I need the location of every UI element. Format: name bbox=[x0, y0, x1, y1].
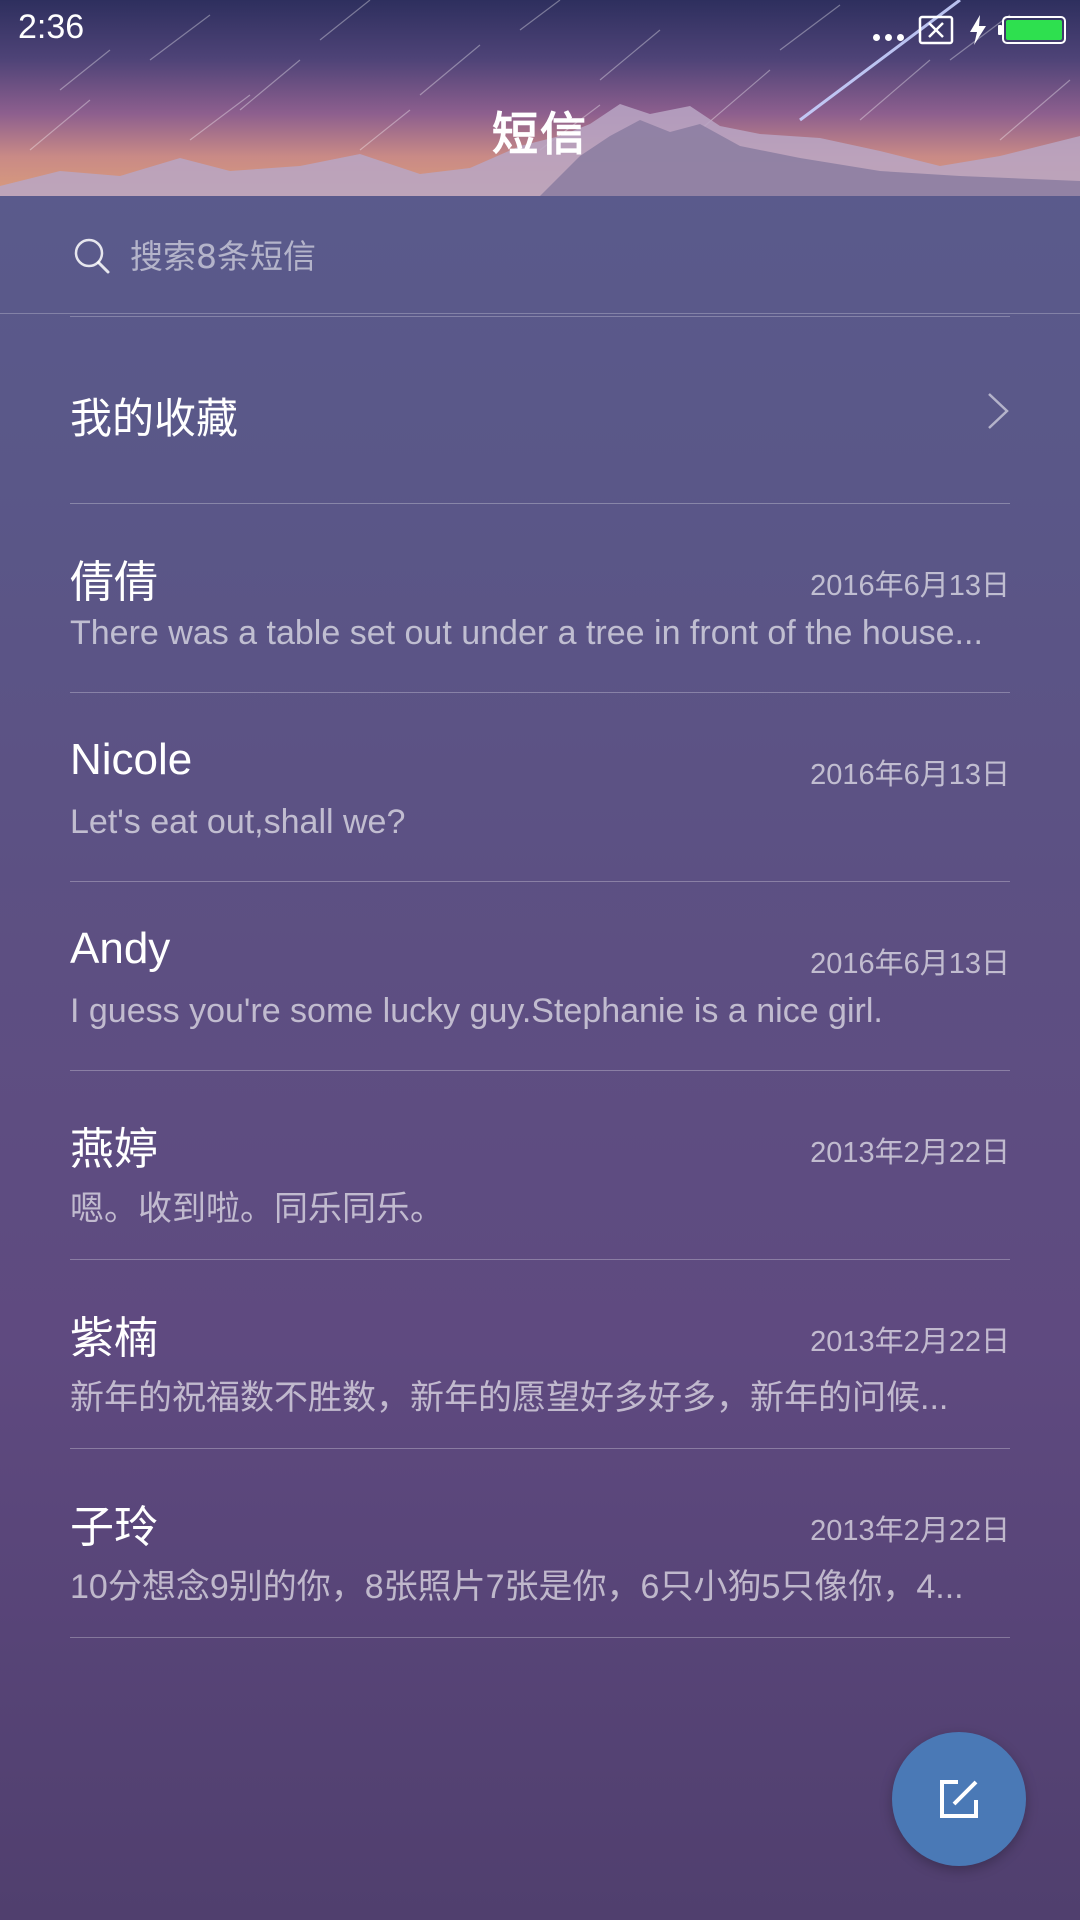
search-input[interactable] bbox=[130, 226, 990, 286]
message-date: 2016年6月13日 bbox=[810, 570, 1010, 602]
contact-name: 倩倩 bbox=[70, 558, 158, 607]
no-sim-icon bbox=[918, 15, 954, 45]
message-thread[interactable]: 燕婷 2013年2月22日 嗯。收到啦。同乐同乐。 bbox=[70, 1071, 1010, 1260]
message-preview: I guess you're some lucky guy.Stephanie … bbox=[70, 992, 883, 1030]
message-preview: 嗯。收到啦。同乐同乐。 bbox=[70, 1190, 444, 1228]
contact-name: 子玲 bbox=[70, 1503, 158, 1552]
favorites-label: 我的收藏 bbox=[70, 394, 239, 443]
header-banner: 2:36 短信 bbox=[0, 0, 1080, 196]
more-dots-icon bbox=[873, 33, 904, 41]
message-date: 2013年2月22日 bbox=[810, 1326, 1010, 1358]
message-date: 2016年6月13日 bbox=[810, 759, 1010, 791]
message-thread[interactable]: 子玲 2013年2月22日 10分想念9别的你，8张照片7张是你，6只小狗5只像… bbox=[70, 1449, 1010, 1638]
contact-name: 紫楠 bbox=[70, 1314, 158, 1363]
message-thread[interactable]: Andy 2016年6月13日 I guess you're some luck… bbox=[70, 882, 1010, 1071]
favorites-entry[interactable]: 我的收藏 bbox=[70, 316, 1010, 504]
contact-name: 燕婷 bbox=[70, 1125, 158, 1174]
search-bar[interactable] bbox=[0, 196, 1080, 314]
status-time: 2:36 bbox=[18, 8, 85, 46]
message-thread[interactable]: Nicole 2016年6月13日 Let's eat out,shall we… bbox=[70, 693, 1010, 882]
status-bar: 2:36 bbox=[0, 0, 1080, 60]
charging-icon bbox=[970, 15, 986, 45]
chevron-right-icon bbox=[988, 393, 1009, 429]
message-preview: Let's eat out,shall we? bbox=[70, 803, 406, 841]
message-thread[interactable]: 倩倩 2016年6月13日 There was a table set out … bbox=[70, 504, 1010, 693]
page-title: 短信 bbox=[492, 107, 588, 161]
message-preview: There was a table set out under a tree i… bbox=[70, 614, 983, 652]
contact-name: Andy bbox=[70, 924, 171, 973]
message-preview: 10分想念9别的你，8张照片7张是你，6只小狗5只像你，4... bbox=[70, 1568, 964, 1606]
status-icons bbox=[873, 12, 1066, 48]
message-thread[interactable]: 紫楠 2013年2月22日 新年的祝福数不胜数，新年的愿望好多好多，新年的问候.… bbox=[70, 1260, 1010, 1449]
battery-icon bbox=[998, 16, 1066, 44]
compose-message-button[interactable] bbox=[892, 1732, 1026, 1866]
message-date: 2013年2月22日 bbox=[810, 1515, 1010, 1547]
contact-name: Nicole bbox=[70, 735, 193, 784]
search-icon bbox=[74, 238, 110, 274]
compose-icon bbox=[940, 1780, 978, 1818]
message-list: 倩倩 2016年6月13日 There was a table set out … bbox=[70, 504, 1010, 1638]
sms-app-screen: 2:36 短信 我的收藏 bbox=[0, 0, 1080, 1920]
message-date: 2016年6月13日 bbox=[810, 948, 1010, 980]
message-date: 2013年2月22日 bbox=[810, 1137, 1010, 1169]
message-preview: 新年的祝福数不胜数，新年的愿望好多好多，新年的问候... bbox=[70, 1379, 949, 1417]
